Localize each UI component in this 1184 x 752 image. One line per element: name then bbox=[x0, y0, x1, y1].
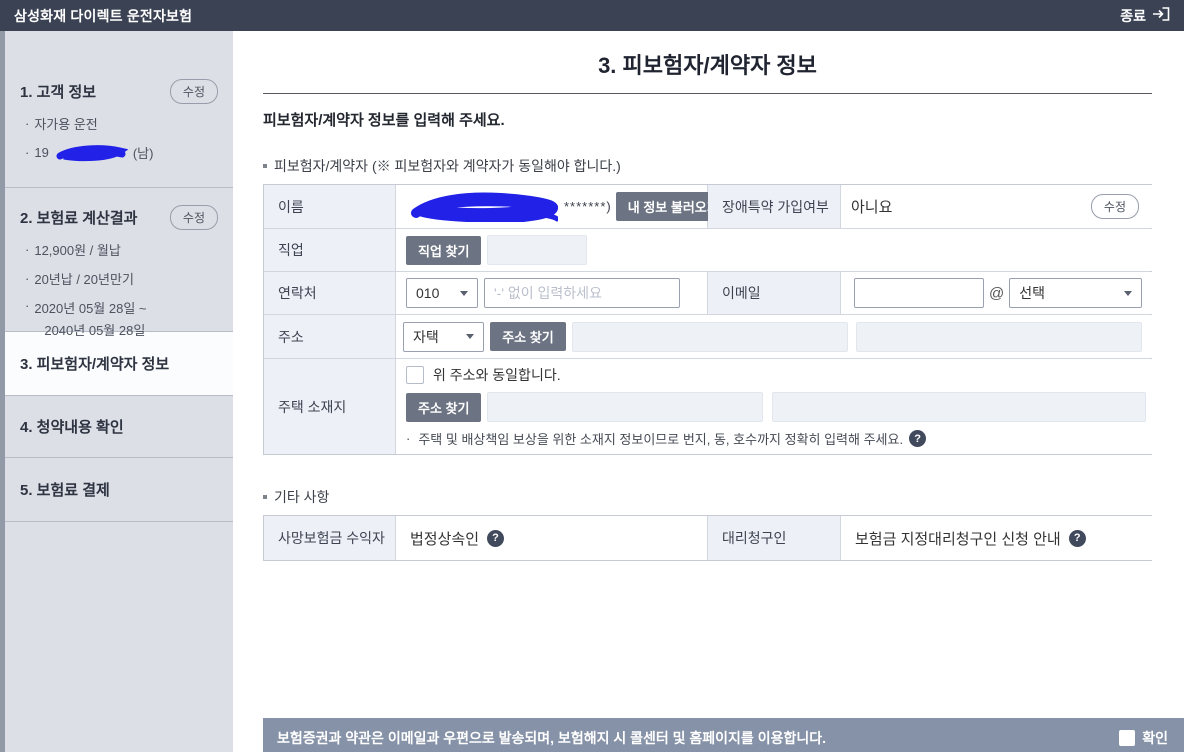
step1-item-birth-gender: · 19 (남) bbox=[25, 144, 154, 161]
address-search-button[interactable]: 주소 찾기 bbox=[490, 322, 566, 351]
disability-answer: 아니요 bbox=[851, 199, 893, 216]
chevron-down-icon bbox=[460, 290, 468, 296]
redaction-scribble bbox=[411, 192, 558, 222]
page-title: 3. 피보험자/계약자 정보 bbox=[598, 53, 817, 78]
house-label-cell: 주택 소재지 bbox=[264, 359, 396, 454]
phone-prefix-select[interactable]: 010 bbox=[406, 278, 478, 308]
house-main-input bbox=[487, 392, 764, 422]
address-detail-input bbox=[856, 321, 1142, 352]
beneficiary-label-cell: 사망보험금 수익자 bbox=[264, 516, 396, 560]
redaction-scribble bbox=[56, 144, 128, 161]
masked-name-text: *******) bbox=[564, 199, 612, 214]
job-value-cell: 직업 찾기 bbox=[396, 229, 1152, 271]
intro-text: 피보험자/계약자 정보를 입력해 주세요. bbox=[263, 112, 505, 129]
sidebar-step-payment: 5. 보험료 결제 bbox=[5, 458, 233, 522]
exit-button-label: 종료 bbox=[1120, 7, 1146, 24]
house-address-search-button[interactable]: 주소 찾기 bbox=[406, 392, 482, 422]
contact-label-cell: 연락처 bbox=[264, 272, 396, 314]
insured-section-label: 피보험자/계약자 (※ 피보험자와 계약자가 동일해야 합니다.) bbox=[263, 156, 1152, 176]
step1-edit-button[interactable]: 수정 bbox=[169, 79, 218, 104]
proxy-value-cell: 보험금 지정대리청구인 신청 안내 ? bbox=[841, 516, 1152, 560]
contact-value-cell: 010 bbox=[396, 272, 708, 314]
name-label-cell: 이름 bbox=[264, 185, 396, 228]
email-value-cell: @ 선택 bbox=[841, 272, 1152, 314]
job-input bbox=[487, 235, 588, 265]
email-domain-select[interactable]: 선택 bbox=[1009, 278, 1142, 308]
progress-sidebar: 1. 고객 정보 수정 · 자가용 운전 · 19 (남) 2. 보험료 계산결… bbox=[0, 31, 233, 752]
table-row-house-location: 주택 소재지 위 주소와 동일합니다. 주소 찾기 · 주택 및 배상책임 보상… bbox=[264, 358, 1152, 454]
etc-section-label: 기타 사항 bbox=[263, 487, 1152, 507]
job-label-cell: 직업 bbox=[264, 229, 396, 271]
house-search-line: 주소 찾기 bbox=[406, 392, 1147, 422]
step1-item-driving-type: · 자가용 운전 bbox=[25, 116, 98, 132]
footer-notice-bar: 보험증권과 약관은 이메일과 우편으로 발송되며, 보험해지 시 콜센터 및 홈… bbox=[263, 718, 1184, 752]
square-bullet bbox=[263, 495, 267, 499]
help-icon[interactable]: ? bbox=[909, 430, 927, 447]
disability-label-cell: 장애특약 가입여부 bbox=[708, 185, 841, 228]
address-value-cell: 자택 주소 찾기 bbox=[396, 315, 1152, 358]
proxy-label-cell: 대리청구인 bbox=[708, 516, 841, 560]
step2-item-term: · 20년납 / 20년만기 bbox=[25, 271, 134, 287]
chevron-down-icon bbox=[466, 334, 475, 339]
step2-item-premium: · 12,900원 / 월납 bbox=[25, 242, 121, 258]
house-detail-input bbox=[772, 392, 1147, 422]
table-row-address: 주소 자택 주소 찾기 bbox=[264, 314, 1152, 358]
footer-confirm: 확인 bbox=[1119, 728, 1168, 748]
top-header-bar: 삼성화재 다이렉트 운전자보험 종료 bbox=[0, 0, 1184, 31]
email-at-symbol: @ bbox=[989, 284, 1005, 302]
email-id-input[interactable] bbox=[854, 278, 984, 308]
same-address-checkbox[interactable] bbox=[406, 366, 424, 384]
etc-form-table: 사망보험금 수익자 법정상속인 ? 대리청구인 보험금 지정대리청구인 신청 안… bbox=[263, 515, 1152, 561]
same-address-checkline: 위 주소와 동일합니다. bbox=[406, 365, 561, 385]
same-address-label: 위 주소와 동일합니다. bbox=[433, 367, 561, 383]
disability-edit-button[interactable]: 수정 bbox=[1090, 194, 1139, 219]
table-row-name: 이름 *******) 내 정보 불러오기 장애특약 가입여부 아니요 수정 bbox=[264, 185, 1152, 228]
step5-title: 5. 보험료 결제 bbox=[20, 482, 110, 499]
app-title: 삼성화재 다이렉트 운전자보험 bbox=[14, 7, 193, 24]
house-value-cell: 위 주소와 동일합니다. 주소 찾기 · 주택 및 배상책임 보상을 위한 소재… bbox=[396, 359, 1152, 454]
sidebar-step-customer-info: 1. 고객 정보 수정 · 자가용 운전 · 19 (남) bbox=[5, 31, 233, 188]
exit-icon bbox=[1152, 7, 1170, 24]
sidebar-step-premium-result: 2. 보험료 계산결과 수정 · 12,900원 / 월납 · 20년납 / 2… bbox=[5, 188, 233, 338]
chevron-down-icon bbox=[1124, 290, 1132, 296]
step2-edit-button[interactable]: 수정 bbox=[169, 205, 218, 230]
table-row-job: 직업 직업 찾기 bbox=[264, 228, 1152, 271]
address-main-input bbox=[571, 321, 849, 352]
phone-number-input[interactable] bbox=[484, 278, 680, 308]
step3-title: 3. 피보험자/계약자 정보 bbox=[20, 356, 170, 373]
name-value-cell: *******) 내 정보 불러오기 bbox=[396, 185, 731, 228]
title-divider bbox=[263, 93, 1152, 94]
confirm-checkbox[interactable] bbox=[1119, 730, 1136, 746]
help-icon[interactable]: ? bbox=[1068, 529, 1086, 547]
table-row-etc: 사망보험금 수익자 법정상속인 ? 대리청구인 보험금 지정대리청구인 신청 안… bbox=[264, 516, 1152, 560]
step4-title: 4. 청약내용 확인 bbox=[20, 419, 124, 436]
step2-title: 2. 보험료 계산결과 bbox=[20, 210, 138, 227]
sidebar-step-application-check: 4. 청약내용 확인 bbox=[5, 396, 233, 458]
sidebar-step-insured-info: 3. 피보험자/계약자 정보 bbox=[5, 332, 233, 396]
address-type-select[interactable]: 자택 bbox=[403, 321, 485, 352]
exit-button[interactable]: 종료 bbox=[1120, 6, 1170, 26]
footer-notice-text: 보험증권과 약관은 이메일과 우편으로 발송되며, 보험해지 시 콜센터 및 홈… bbox=[277, 730, 826, 746]
square-bullet bbox=[263, 164, 267, 168]
help-icon[interactable]: ? bbox=[487, 529, 505, 547]
main-content: 3. 피보험자/계약자 정보 피보험자/계약자 정보를 입력해 주세요. 피보험… bbox=[233, 31, 1184, 752]
step1-title: 1. 고객 정보 bbox=[20, 84, 97, 101]
email-label-cell: 이메일 bbox=[708, 272, 841, 314]
insured-form-table: 이름 *******) 내 정보 불러오기 장애특약 가입여부 아니요 수정 직… bbox=[263, 184, 1152, 455]
disability-value-cell: 아니요 수정 bbox=[841, 185, 1152, 228]
job-search-button[interactable]: 직업 찾기 bbox=[406, 235, 482, 265]
house-note: · 주택 및 배상책임 보상을 위한 소재지 정보이므로 번지, 동, 호수까지… bbox=[406, 429, 927, 448]
app-window: 삼성화재 다이렉트 운전자보험 종료 1. 고객 정보 수정 · 자가용 운전 … bbox=[0, 0, 1184, 752]
confirm-label: 확인 bbox=[1142, 730, 1168, 746]
beneficiary-value-cell: 법정상속인 ? bbox=[396, 516, 708, 560]
table-row-contact: 연락처 010 이메일 @ bbox=[264, 271, 1152, 314]
address-label-cell: 주소 bbox=[264, 315, 396, 358]
